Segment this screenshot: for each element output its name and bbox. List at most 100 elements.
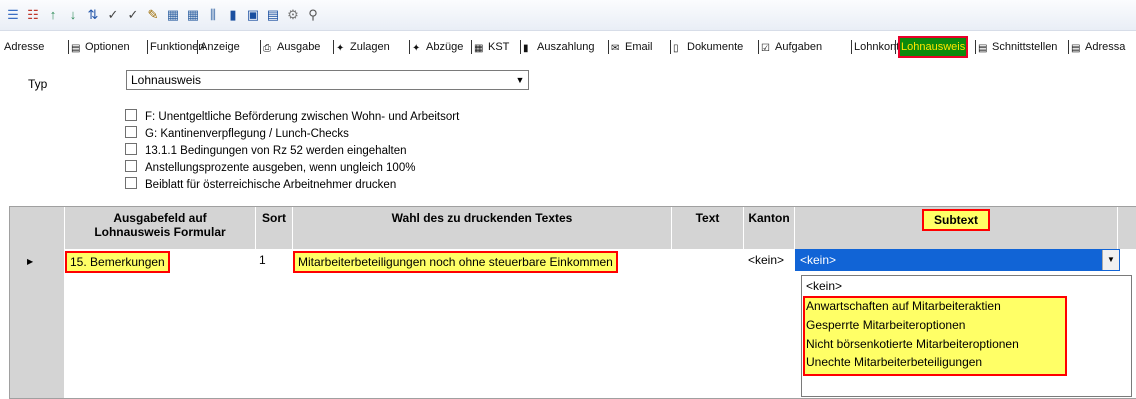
cell-wahl[interactable]: Mitarbeiterbeteiligungen noch ohne steue… (293, 251, 618, 273)
col-wahl[interactable]: Wahl des zu druckenden Textes (293, 207, 672, 249)
tab-auszahlung[interactable]: ▮ Auszahlung (523, 38, 595, 56)
checkbox-label: Anstellungsprozente ausgeben, wenn ungle… (145, 162, 416, 174)
tab-anzeige[interactable]: Anzeige (200, 38, 240, 56)
settings-icon[interactable]: ⚙ (285, 7, 301, 23)
subtext-option[interactable]: <kein> (806, 277, 842, 295)
edit-icon[interactable]: ✎ (145, 7, 161, 23)
tab-schnittstellen[interactable]: ▤ Schnittstellen (978, 38, 1057, 56)
col-ausgabefeld-line2: Lohnausweis Formular (94, 225, 226, 239)
cell-kanton[interactable]: <kein> (748, 249, 784, 271)
checkbox-rz52[interactable]: 13.1.1 Bedingungen von Rz 52 werden eing… (125, 143, 407, 159)
tab-icon: ▦ (474, 43, 484, 54)
col-sort-label: Sort (262, 211, 286, 225)
tab-email[interactable]: ✉ Email (611, 38, 653, 56)
toolbar: ☰ ☷ ↑ ↓ ⇅ ✓ ✓ ✎ ▦ ▦ ⫼ ▮ ▣ ▤ ⚙ ⚲ (0, 0, 1136, 31)
tree-collapse-icon[interactable]: ☷ (25, 7, 41, 23)
tab-label: Schnittstellen (992, 41, 1058, 53)
tab-separator (895, 40, 896, 54)
chart-icon[interactable]: ▮ (225, 7, 241, 23)
spellcheck-icon[interactable]: ✓ (105, 7, 121, 23)
cell-ausgabefeld[interactable]: 15. Bemerkungen (65, 251, 170, 273)
cell-text[interactable] (672, 249, 743, 271)
sort-icon[interactable]: ⇅ (85, 7, 101, 23)
report-icon[interactable]: ▤ (265, 7, 281, 23)
row-selector-header (10, 207, 65, 249)
subtext-dropdown-list: <kein> Anwartschaften auf Mitarbeiterakt… (801, 275, 1132, 397)
subtext-combobox[interactable]: <kein> ▼ (795, 249, 1120, 271)
arrow-down-icon[interactable]: ↓ (65, 7, 81, 23)
tab-label: Anzeige (200, 41, 240, 53)
tab-label: Abzüge (426, 41, 464, 53)
subtext-option[interactable]: Gesperrte Mitarbeiteroptionen (806, 316, 965, 334)
tab-label: Adressa (1085, 41, 1126, 53)
typ-select[interactable]: Lohnausweis ▼ (126, 70, 529, 90)
cell-sort[interactable]: 1 (259, 249, 266, 271)
tab-icon: ▤ (1071, 43, 1081, 54)
tab-dokumente[interactable]: ▯ Dokumente (673, 38, 743, 56)
col-kanton-label: Kanton (748, 211, 790, 225)
tab-aufgaben[interactable]: ☑ Aufgaben (761, 38, 822, 56)
spellcheck-alt-icon[interactable]: ✓ (125, 7, 141, 23)
tab-separator (670, 40, 671, 54)
checkbox-beiblatt[interactable]: Beiblatt für österreichische Arbeitnehme… (125, 177, 396, 193)
arrow-up-icon[interactable]: ↑ (45, 7, 61, 23)
tab-abzüge[interactable]: ✦ Abzüge (412, 38, 463, 56)
chevron-down-icon[interactable]: ▼ (512, 71, 528, 89)
subtext-combobox-value: <kein> (800, 253, 837, 267)
search-icon[interactable]: ⚲ (305, 7, 321, 23)
col-sort[interactable]: Sort (256, 207, 293, 249)
insert-column-icon[interactable]: ⫼ (205, 7, 221, 23)
checkbox-box[interactable] (125, 109, 137, 121)
checkbox-box[interactable] (125, 160, 137, 172)
tab-label: Lohnausweis (901, 41, 966, 53)
tab-icon: ✦ (412, 43, 421, 54)
col-subtext-label: Subtext (921, 209, 990, 231)
grid-icon[interactable]: ▦ (165, 7, 181, 23)
tab-icon: ✦ (336, 43, 345, 54)
col-kanton[interactable]: Kanton (744, 207, 795, 249)
col-ausgabefeld[interactable]: Ausgabefeld auf Lohnausweis Formular (65, 207, 256, 249)
checkbox-befoerderung[interactable]: F: Unentgeltliche Beförderung zwischen W… (125, 109, 459, 125)
subtext-option[interactable]: Unechte Mitarbeiterbeteiligungen (806, 353, 982, 371)
tab-label: Dokumente (687, 41, 744, 53)
tab-label: KST (488, 41, 510, 53)
col-text-label: Text (695, 211, 720, 225)
checkbox-box[interactable] (125, 177, 137, 189)
tab-optionen[interactable]: ▤ Optionen (71, 38, 130, 56)
tab-separator (147, 40, 148, 54)
tab-zulagen[interactable]: ✦ Zulagen (336, 38, 390, 56)
checkbox-kantine[interactable]: G: Kantinenverpflegung / Lunch-Checks (125, 126, 349, 142)
tab-adresse[interactable]: Adresse (4, 38, 44, 56)
checkbox-label: 13.1.1 Bedingungen von Rz 52 werden eing… (145, 145, 407, 157)
tab-strip: Adresse ▤ Optionen Funktionen Anzeige ⎙ Ausgab… (0, 36, 1136, 58)
tab-lohnausweis[interactable]: Lohnausweis (898, 36, 969, 58)
checkbox-box[interactable] (125, 126, 137, 138)
tab-label: Zulagen (350, 41, 390, 53)
tab-separator (520, 40, 521, 54)
tab-adressa[interactable]: ▤ Adressa (1071, 38, 1125, 56)
tab-icon: ▤ (71, 43, 81, 54)
tab-kst[interactable]: ▦ KST (474, 38, 509, 56)
tab-icon: ✉ (611, 43, 620, 54)
chevron-down-icon[interactable]: ▼ (1102, 250, 1119, 270)
tab-separator (197, 40, 198, 54)
tab-icon: ☑ (761, 43, 770, 54)
checkbox-anstellungsprozente[interactable]: Anstellungsprozente ausgeben, wenn ungle… (125, 160, 415, 176)
subtext-option[interactable]: Anwartschaften auf Mitarbeiteraktien (806, 297, 1001, 315)
tab-separator (471, 40, 472, 54)
grid-header: Ausgabefeld auf Lohnausweis Formular Sor… (10, 207, 1136, 249)
col-ausgabefeld-line1: Ausgabefeld auf (113, 211, 207, 225)
tree-expand-icon[interactable]: ☰ (5, 7, 21, 23)
tab-separator (260, 40, 261, 54)
grid-alt-icon[interactable]: ▦ (185, 7, 201, 23)
tab-label: Ausgabe (277, 41, 321, 53)
tab-ausgabe[interactable]: ⎙ Ausgabe (263, 38, 320, 56)
subtext-option[interactable]: Nicht börsenkotierte Mitarbeiteroptionen (806, 335, 1019, 353)
save-icon[interactable]: ▣ (245, 7, 261, 23)
col-text[interactable]: Text (672, 207, 744, 249)
checkbox-box[interactable] (125, 143, 137, 155)
tab-separator (851, 40, 852, 54)
checkbox-label: F: Unentgeltliche Beförderung zwischen W… (145, 111, 460, 123)
checkbox-label: Beiblatt für österreichische Arbeitnehme… (145, 179, 397, 191)
col-subtext[interactable]: Subtext (795, 207, 1118, 249)
